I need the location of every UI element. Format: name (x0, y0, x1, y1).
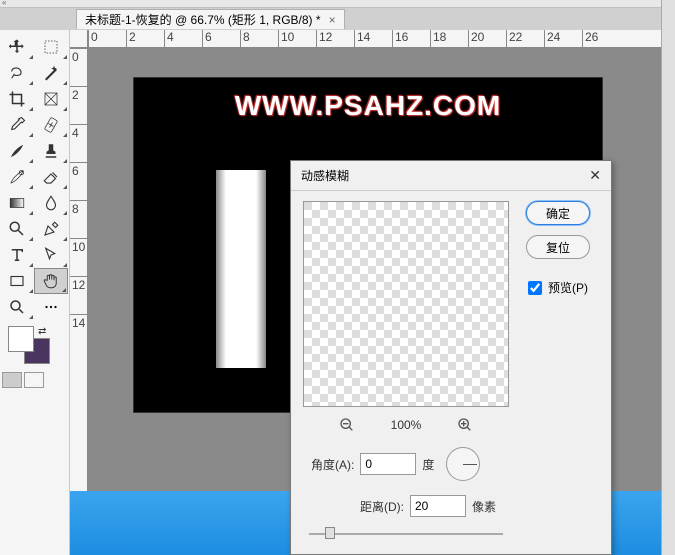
angle-unit: 度 (422, 456, 434, 473)
path-select-tool[interactable] (34, 242, 68, 268)
hand-tool[interactable] (34, 268, 68, 294)
document-tab-title: 未标题-1-恢复的 @ 66.7% (矩形 1, RGB/8) * (85, 11, 321, 28)
healing-tool[interactable] (34, 112, 68, 138)
close-icon[interactable]: × (329, 13, 336, 27)
angle-input[interactable] (360, 453, 416, 475)
watermark-text: WWW.PSAHZ.COM (134, 90, 602, 122)
toolbox: ⇄ (0, 30, 70, 555)
more-tools[interactable] (34, 294, 68, 320)
magic-wand-tool[interactable] (34, 60, 68, 86)
preview-checkbox-row[interactable]: 预览(P) (528, 279, 588, 296)
distance-input[interactable] (410, 495, 466, 517)
stamp-tool[interactable] (34, 138, 68, 164)
ok-button[interactable]: 确定 (526, 201, 590, 225)
document-tab-bar: 未标题-1-恢复的 @ 66.7% (矩形 1, RGB/8) * × (0, 8, 675, 30)
close-icon[interactable]: ✕ (589, 167, 601, 184)
type-tool[interactable] (0, 242, 34, 268)
frame-tool[interactable] (34, 86, 68, 112)
zoom-out-icon[interactable] (339, 417, 355, 433)
history-brush-tool[interactable] (0, 164, 34, 190)
zoom-in-icon[interactable] (457, 417, 473, 433)
screen-mode-buttons (0, 372, 69, 388)
swap-colors-icon[interactable]: ⇄ (38, 326, 46, 337)
mode-quickmask[interactable] (24, 372, 44, 388)
zoom-tool[interactable] (0, 294, 34, 320)
distance-unit: 像素 (472, 498, 496, 515)
reset-button[interactable]: 复位 (526, 235, 590, 259)
preview-checkbox[interactable] (528, 281, 542, 295)
filter-preview[interactable] (303, 201, 509, 407)
collapsed-right-panel[interactable] (661, 0, 675, 555)
motion-blur-dialog: 动感模糊 ✕ 100% 角度(A): 度 距离(D): 像素 (290, 160, 612, 555)
gradient-tool[interactable] (0, 190, 34, 216)
eyedropper-tool[interactable] (0, 112, 34, 138)
eraser-tool[interactable] (34, 164, 68, 190)
blur-tool[interactable] (34, 190, 68, 216)
crop-tool[interactable] (0, 86, 34, 112)
angle-dial[interactable] (446, 447, 480, 481)
dodge-tool[interactable] (0, 216, 34, 242)
collapse-chevrons[interactable]: « (0, 0, 675, 8)
document-tab[interactable]: 未标题-1-恢复的 @ 66.7% (矩形 1, RGB/8) * × (76, 9, 345, 29)
lasso-tool[interactable] (0, 60, 34, 86)
brush-tool[interactable] (0, 138, 34, 164)
horizontal-ruler: 02468101214161820222426 (88, 30, 675, 48)
distance-slider[interactable] (309, 527, 503, 539)
marquee-tool[interactable] (34, 34, 68, 60)
distance-label: 距离(D): (360, 498, 404, 515)
pen-tool[interactable] (34, 216, 68, 242)
rectangle-tool[interactable] (0, 268, 34, 294)
ruler-corner (70, 30, 88, 48)
preview-zoom-value: 100% (391, 418, 422, 432)
move-tool[interactable] (0, 34, 34, 60)
color-swatches[interactable]: ⇄ (8, 326, 69, 368)
angle-label: 角度(A): (311, 456, 354, 473)
dialog-title: 动感模糊 (301, 167, 349, 184)
vertical-ruler: 02468101214 (70, 48, 88, 521)
mode-standard[interactable] (2, 372, 22, 388)
shape-rectangle (216, 170, 266, 368)
dialog-titlebar[interactable]: 动感模糊 ✕ (291, 161, 611, 191)
preview-checkbox-label: 预览(P) (548, 279, 588, 296)
foreground-swatch[interactable] (8, 326, 34, 352)
